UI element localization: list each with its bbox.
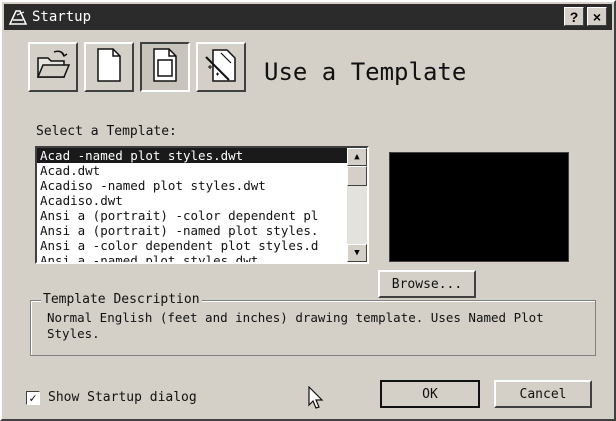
show-startup-label[interactable]: Show Startup dialog — [48, 390, 197, 405]
wizard-icon — [203, 47, 239, 87]
browse-button[interactable]: Browse... — [378, 270, 476, 298]
close-button[interactable]: × — [587, 7, 607, 26]
open-folder-icon — [35, 49, 71, 85]
blank-page-icon — [94, 47, 124, 87]
use-wizard-button[interactable] — [196, 42, 246, 92]
template-list-item[interactable]: Ansi a -color dependent plot styles.d — [37, 238, 347, 253]
scroll-thumb[interactable] — [347, 166, 367, 186]
template-list-scrollbar[interactable]: ▲ ▼ — [347, 148, 367, 262]
template-description-group: Template Description Normal English (fee… — [30, 292, 596, 356]
autocad-app-icon — [8, 8, 28, 26]
template-description-title: Template Description — [41, 292, 202, 307]
template-description-text: Normal English (feet and inches) drawing… — [47, 310, 544, 341]
template-list: Acad -named plot styles.dwt Acad.dwt Acadi… — [37, 148, 347, 262]
template-list-item[interactable]: Ansi a (portrait) -color dependent pl — [37, 208, 347, 223]
mouse-pointer-icon — [308, 385, 324, 414]
template-preview — [389, 152, 569, 262]
template-list-item[interactable]: Ansi a (portrait) -named plot styles. — [37, 223, 347, 238]
template-listbox[interactable]: Acad -named plot styles.dwt Acad.dwt Acadi… — [35, 146, 369, 264]
template-list-item[interactable]: Acad.dwt — [37, 163, 347, 178]
start-from-scratch-button[interactable] — [84, 42, 134, 92]
cancel-button[interactable]: Cancel — [494, 380, 592, 408]
title-bar: Startup ? × — [4, 4, 612, 30]
scroll-up-arrow-icon[interactable]: ▲ — [347, 148, 367, 166]
window-title: Startup — [32, 9, 92, 25]
ok-button[interactable]: OK — [380, 380, 480, 408]
open-drawing-button[interactable] — [28, 42, 78, 92]
template-list-item[interactable]: Acadiso.dwt — [37, 193, 347, 208]
select-template-label: Select a Template: — [36, 124, 177, 139]
use-template-button[interactable] — [140, 42, 190, 92]
show-startup-checkbox[interactable]: ✓ — [26, 390, 40, 405]
template-icon — [150, 47, 180, 87]
startup-dialog: Startup ? × Use a Template Select a Temp… — [0, 0, 616, 421]
page-heading: Use a Template — [264, 58, 467, 86]
help-button[interactable]: ? — [564, 7, 584, 26]
show-startup-row: ✓ Show Startup dialog — [26, 390, 197, 405]
scroll-down-arrow-icon[interactable]: ▼ — [347, 244, 367, 262]
template-list-item[interactable]: Acadiso -named plot styles.dwt — [37, 178, 347, 193]
template-list-item[interactable]: Acad -named plot styles.dwt — [37, 148, 347, 163]
template-list-item[interactable]: Ansi a -named plot styles.dwt — [37, 253, 347, 262]
